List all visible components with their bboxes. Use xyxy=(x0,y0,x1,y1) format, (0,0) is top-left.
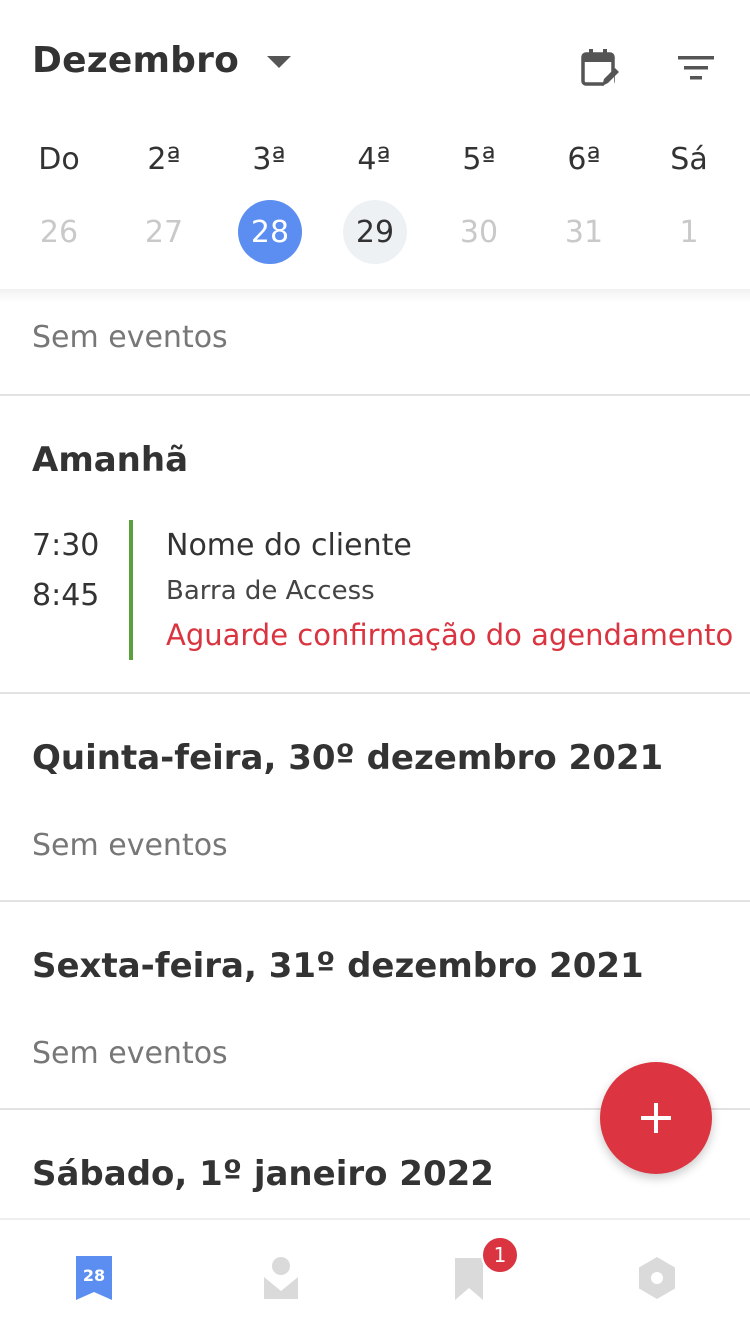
day-31[interactable]: 31 xyxy=(552,200,616,264)
event-item[interactable]: 7:30 8:45 Nome do cliente Barra de Acces… xyxy=(0,520,750,660)
event-client-name: Nome do cliente xyxy=(166,528,412,563)
section-title: Quinta-feira, 30º dezembro 2021 xyxy=(32,738,664,778)
calendar-edit-icon xyxy=(581,49,619,90)
day-28-selected[interactable]: 28 xyxy=(238,200,302,264)
day-1[interactable]: 1 xyxy=(657,200,721,264)
day-27[interactable]: 27 xyxy=(132,200,196,264)
bottom-navigation: 28 1 xyxy=(0,1218,750,1336)
event-status: Aguarde confirmação do agendamento xyxy=(166,618,734,652)
agenda-section-today: Sem eventos xyxy=(0,290,750,396)
section-title: Amanhã xyxy=(32,440,189,480)
filter-icon xyxy=(678,56,714,80)
month-title[interactable]: Dezembro xyxy=(32,40,239,81)
nav-calendar[interactable]: 28 xyxy=(0,1220,187,1336)
weekday-label: Do xyxy=(38,142,80,177)
add-event-button[interactable] xyxy=(600,1062,712,1174)
weekday-label: Sá xyxy=(670,142,708,177)
weekday-label: 5ª xyxy=(462,142,496,177)
agenda-section-thursday: Quinta-feira, 30º dezembro 2021 Sem even… xyxy=(0,694,750,902)
weekday-label: 3ª xyxy=(252,142,286,177)
calendar-header: Dezembro Do 2ª 3ª 4ª 5ª 6ª Sá 26 27 28 2… xyxy=(0,0,750,290)
week-strip: Do 2ª 3ª 4ª 5ª 6ª Sá 26 27 28 29 30 31 1 xyxy=(0,136,750,276)
section-title: Sexta-feira, 31º dezembro 2021 xyxy=(32,946,644,986)
plus-icon xyxy=(641,1103,671,1133)
no-events-text: Sem eventos xyxy=(32,320,228,355)
day-26[interactable]: 26 xyxy=(27,200,91,264)
bookmark-icon xyxy=(454,1258,483,1300)
settings-hex-icon xyxy=(638,1257,675,1299)
month-selector[interactable]: Dezembro xyxy=(32,40,292,81)
weekday-label: 2ª xyxy=(147,142,181,177)
filter-button[interactable] xyxy=(672,44,720,92)
calendar-icon: 28 xyxy=(75,1256,112,1300)
no-events-text: Sem eventos xyxy=(32,828,228,863)
weekday-label: 6ª xyxy=(567,142,601,177)
event-color-bar xyxy=(129,520,133,660)
nav-bookmarks[interactable]: 1 xyxy=(375,1220,562,1336)
notification-badge: 1 xyxy=(481,1236,519,1274)
event-start-time: 7:30 xyxy=(32,528,100,563)
weekday-label: 4ª xyxy=(357,142,391,177)
nav-contacts[interactable] xyxy=(187,1220,374,1336)
no-events-text: Sem eventos xyxy=(32,1036,228,1071)
event-end-time: 8:45 xyxy=(32,578,100,613)
section-title: Sábado, 1º janeiro 2022 xyxy=(32,1154,494,1194)
contacts-icon xyxy=(263,1257,298,1299)
calendar-edit-button[interactable] xyxy=(576,44,624,92)
svg-text:28: 28 xyxy=(82,1266,104,1285)
day-30[interactable]: 30 xyxy=(447,200,511,264)
chevron-down-icon[interactable] xyxy=(267,55,292,68)
event-service-name: Barra de Access xyxy=(166,576,375,606)
nav-settings[interactable] xyxy=(563,1220,750,1336)
day-29-today[interactable]: 29 xyxy=(343,200,407,264)
